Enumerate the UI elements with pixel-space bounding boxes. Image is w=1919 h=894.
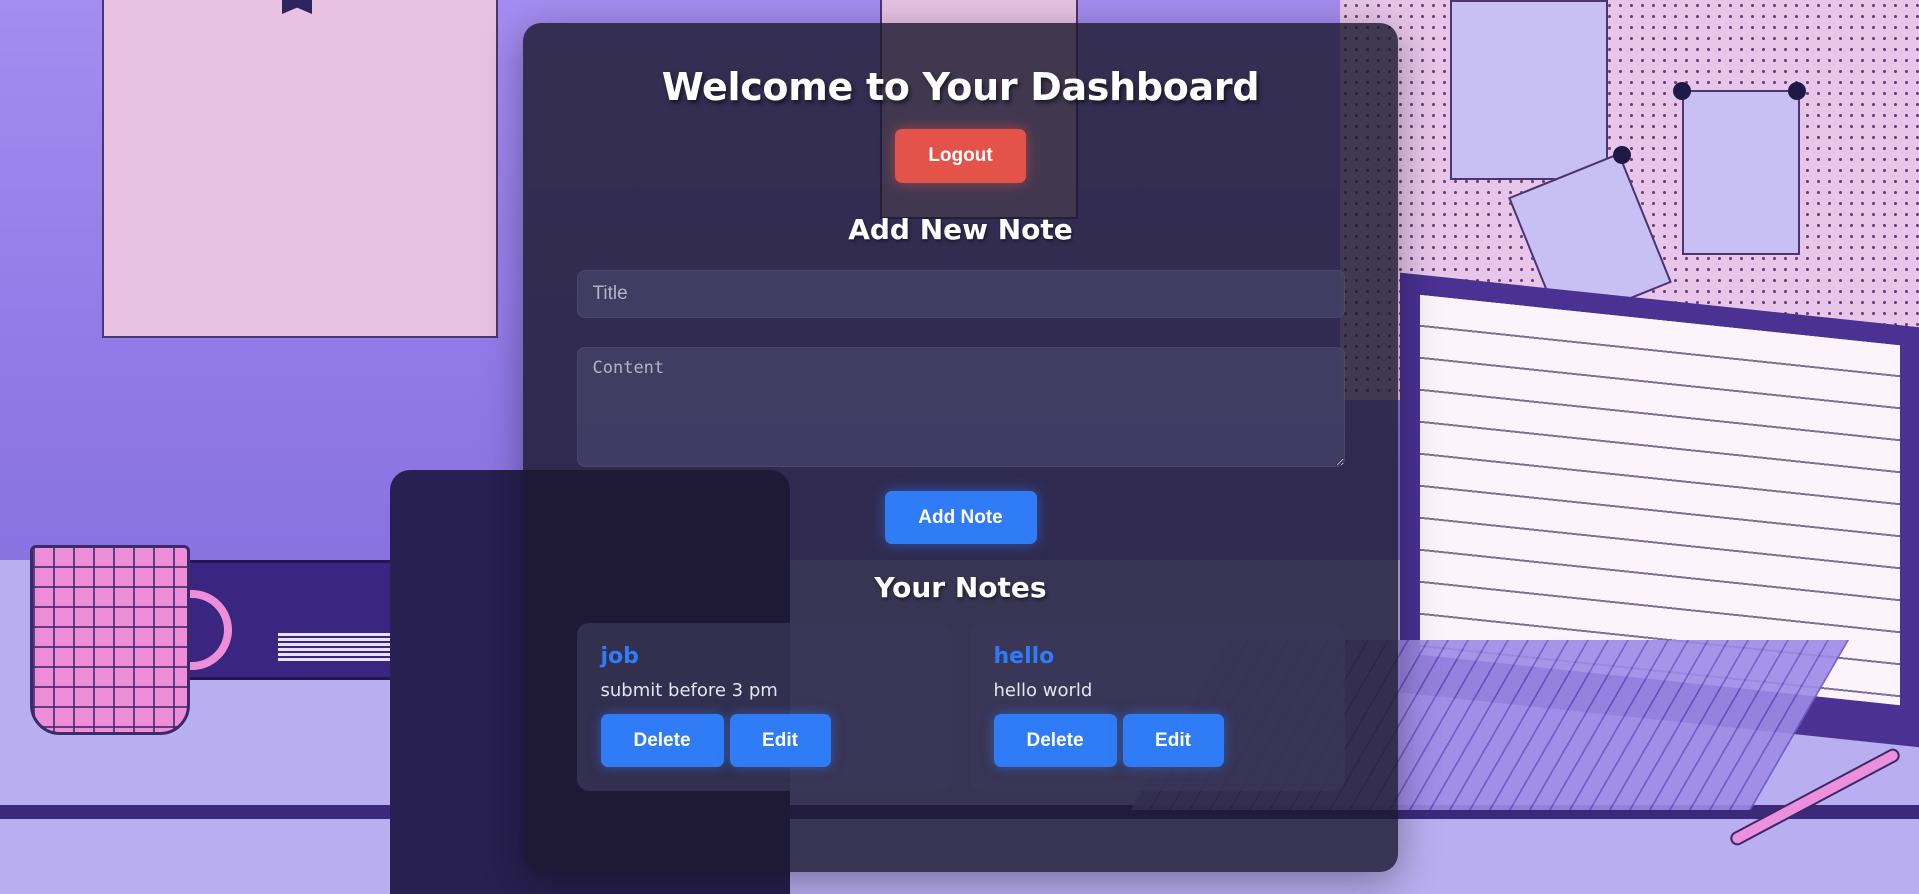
pinned-note [1682,90,1800,255]
note-actions: Delete Edit [993,714,1321,767]
note-actions: Delete Edit [600,714,928,767]
delete-note-button[interactable]: Delete [993,714,1117,767]
delete-note-button[interactable]: Delete [600,714,724,767]
tack [1613,146,1631,164]
note-content: hello world [993,680,1093,701]
add-note-heading: Add New Note [848,213,1073,246]
note-title-input[interactable] [576,270,1345,318]
page-title: Welcome to Your Dashboard [661,65,1260,109]
wall-poster [102,0,498,338]
note-content-input[interactable] [576,347,1345,467]
add-note-button[interactable]: Add Note [884,491,1037,544]
edit-note-button[interactable]: Edit [1122,714,1224,767]
pinned-note [1450,0,1608,180]
note-title: job [600,644,639,669]
tack [1788,82,1806,100]
notes-list: job submit before 3 pm Delete Edit hello… [576,623,1345,791]
notes-heading: Your Notes [874,571,1047,604]
logout-button[interactable]: Logout [895,129,1026,183]
tack [1673,82,1691,100]
mug [30,545,190,735]
note-content: submit before 3 pm [600,680,778,701]
note-card: hello hello world Delete Edit [969,623,1345,791]
note-title: hello [993,644,1055,669]
edit-note-button[interactable]: Edit [729,714,831,767]
dashboard-panel: Welcome to Your Dashboard Logout Add New… [523,23,1398,872]
note-card: job submit before 3 pm Delete Edit [576,623,952,791]
